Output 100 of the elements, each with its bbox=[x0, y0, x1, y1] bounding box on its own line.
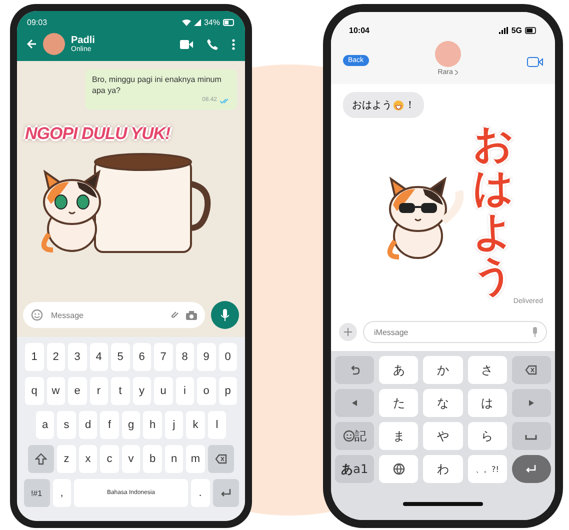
signal-icon bbox=[194, 18, 201, 26]
delete-key[interactable] bbox=[208, 445, 234, 473]
plus-icon bbox=[344, 328, 352, 336]
keyboard-key[interactable]: 1 bbox=[25, 343, 44, 371]
battery-icon bbox=[525, 27, 537, 34]
return-icon bbox=[220, 487, 232, 499]
keyboard-key[interactable]: ら bbox=[468, 422, 507, 450]
input-mode-key[interactable]: あa1 bbox=[335, 455, 374, 483]
globe-key[interactable] bbox=[379, 455, 418, 483]
keyboard-key[interactable]: 2 bbox=[46, 343, 65, 371]
keyboard-key[interactable]: 8 bbox=[176, 343, 194, 371]
emoji-key[interactable]: 記 bbox=[335, 422, 374, 450]
menu-icon[interactable] bbox=[232, 38, 235, 50]
keyboard-key[interactable]: 4 bbox=[90, 343, 108, 371]
sticker-text: おはよう bbox=[473, 122, 513, 298]
smiley-icon bbox=[342, 430, 355, 442]
return-key[interactable] bbox=[212, 479, 238, 507]
keyboard-key[interactable]: y bbox=[132, 377, 151, 405]
back-arrow-icon[interactable] bbox=[27, 39, 37, 49]
camera-icon[interactable] bbox=[186, 310, 197, 320]
keyboard-key[interactable]: さ bbox=[468, 356, 507, 384]
keyboard-key[interactable]: q bbox=[25, 377, 44, 405]
keyboard-key[interactable]: あ bbox=[379, 356, 418, 384]
keyboard-key[interactable]: 7 bbox=[154, 343, 172, 371]
keyboard-key[interactable]: n bbox=[164, 445, 184, 473]
keyboard-key[interactable]: l bbox=[208, 411, 226, 439]
contact-name: Padli bbox=[71, 35, 95, 46]
keyboard-key[interactable]: , bbox=[52, 479, 71, 507]
keyboard-key[interactable]: w bbox=[46, 377, 65, 405]
grinning-face-icon bbox=[393, 100, 404, 110]
keyboard-key[interactable]: 0 bbox=[218, 343, 237, 371]
keyboard-key[interactable]: p bbox=[218, 377, 237, 405]
wifi-icon bbox=[182, 18, 191, 26]
keyboard-key[interactable]: は bbox=[468, 389, 507, 417]
video-call-icon[interactable] bbox=[180, 40, 193, 48]
keyboard-key[interactable]: o bbox=[197, 377, 216, 405]
keyboard-key[interactable]: た bbox=[379, 389, 418, 417]
keyboard-key[interactable]: x bbox=[78, 445, 98, 473]
battery-percent: 34% bbox=[204, 18, 220, 26]
keyboard-key[interactable]: わ bbox=[423, 455, 463, 483]
message-field[interactable]: iMessage bbox=[372, 326, 532, 338]
keyboard-key[interactable]: v bbox=[122, 445, 140, 473]
status-time: 10:04 bbox=[349, 26, 370, 35]
keyboard-key[interactable]: z bbox=[57, 445, 76, 473]
microphone-icon[interactable] bbox=[532, 327, 538, 337]
keyboard-key[interactable]: 3 bbox=[68, 343, 86, 371]
keyboard-key[interactable]: j bbox=[164, 411, 184, 439]
chevron-right-icon[interactable] bbox=[454, 70, 458, 75]
network-label: 5G bbox=[511, 26, 522, 35]
keyboard-key[interactable]: ま bbox=[379, 422, 418, 450]
keyboard-key[interactable]: b bbox=[143, 445, 162, 473]
keyboard-key[interactable]: k bbox=[186, 411, 205, 439]
plus-button[interactable] bbox=[339, 323, 357, 341]
phone-icon[interactable] bbox=[207, 38, 218, 50]
keyboard-key[interactable]: h bbox=[143, 411, 162, 439]
video-call-icon[interactable] bbox=[527, 57, 543, 67]
keyboard-key[interactable]: 5 bbox=[111, 343, 130, 371]
keyboard-key[interactable]: c bbox=[100, 445, 119, 473]
keyboard-key[interactable]: m bbox=[186, 445, 205, 473]
keyboard-key[interactable]: a bbox=[36, 411, 54, 439]
shift-icon bbox=[35, 453, 48, 465]
keyboard-key[interactable]: 6 bbox=[132, 343, 151, 371]
keyboard-key[interactable]: t bbox=[111, 377, 130, 405]
microphone-button[interactable] bbox=[211, 301, 239, 329]
message-bar[interactable]: Message bbox=[23, 302, 205, 328]
avatar[interactable] bbox=[43, 33, 65, 55]
microphone-icon bbox=[221, 309, 229, 321]
keyboard-key[interactable]: u bbox=[154, 377, 172, 405]
keyboard-key[interactable]: i bbox=[176, 377, 194, 405]
symbols-key[interactable]: !#1 bbox=[24, 479, 50, 507]
delete-key[interactable] bbox=[512, 356, 552, 384]
keyboard-key[interactable]: 9 bbox=[197, 343, 216, 371]
keyboard-key[interactable]: f bbox=[100, 411, 119, 439]
message-text: おはよう bbox=[352, 99, 392, 112]
keyboard-key[interactable]: d bbox=[78, 411, 98, 439]
signal-icon bbox=[499, 27, 508, 34]
message-field[interactable]: Message bbox=[49, 310, 164, 320]
keyboard-key[interactable]: . bbox=[191, 479, 210, 507]
smiley-icon bbox=[31, 309, 43, 321]
return-key[interactable] bbox=[512, 455, 552, 483]
message-bar[interactable]: iMessage bbox=[363, 321, 547, 343]
space-key[interactable] bbox=[512, 422, 552, 450]
undo-icon bbox=[348, 364, 361, 376]
keyboard-key[interactable]: s bbox=[57, 411, 76, 439]
keyboard-key[interactable]: g bbox=[122, 411, 140, 439]
return-icon bbox=[525, 463, 538, 475]
keyboard-key[interactable]: 、。?! bbox=[468, 455, 507, 483]
battery-icon bbox=[223, 18, 235, 26]
keyboard-key[interactable]: な bbox=[423, 389, 463, 417]
backspace-icon bbox=[214, 453, 227, 465]
shift-key[interactable] bbox=[28, 445, 54, 473]
globe-icon bbox=[392, 463, 405, 475]
keyboard-key[interactable]: r bbox=[90, 377, 108, 405]
keyboard-key[interactable]: や bbox=[423, 422, 463, 450]
undo-key[interactable] bbox=[335, 356, 374, 384]
paperclip-icon[interactable] bbox=[170, 310, 180, 320]
keyboard-key[interactable]: e bbox=[68, 377, 86, 405]
message-text: ！ bbox=[405, 99, 415, 112]
keyboard-key[interactable]: か bbox=[423, 356, 463, 384]
status-time: 09:03 bbox=[27, 18, 48, 26]
